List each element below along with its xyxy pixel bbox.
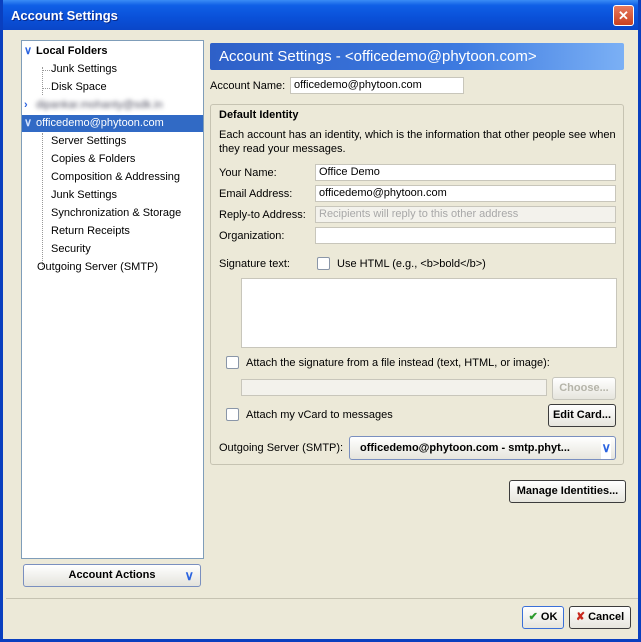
check-icon: ✔ xyxy=(528,611,538,623)
window-title: Account Settings xyxy=(11,8,118,23)
choose-button[interactable]: Choose... xyxy=(552,377,616,400)
tree-item-other-account[interactable]: › dipankar.mohanty@sdk.in xyxy=(24,97,202,114)
tree-item-junk-settings[interactable]: Junk Settings xyxy=(51,61,117,78)
organization-label: Organization: xyxy=(219,230,285,242)
smtp-select[interactable]: officedemo@phytoon.com - smtp.phyt... ∨ xyxy=(349,436,616,460)
edit-card-button[interactable]: Edit Card... xyxy=(548,404,616,427)
reply-to-label: Reply-to Address: xyxy=(219,209,306,221)
use-html-label: Use HTML (e.g., <b>bold</b>) xyxy=(337,258,486,270)
your-name-field[interactable]: Office Demo xyxy=(315,164,616,181)
tree-item-account[interactable]: ∨ officedemo@phytoon.com xyxy=(22,115,203,132)
x-icon: ✘ xyxy=(575,611,586,623)
divider xyxy=(6,598,638,599)
reply-to-field[interactable]: Recipients will reply to this other addr… xyxy=(315,206,616,223)
account-tree[interactable]: ∨ Local Folders Junk Settings Disk Space… xyxy=(21,40,204,559)
chevron-down-icon[interactable]: ∨ xyxy=(24,115,32,132)
tree-guide xyxy=(42,67,43,95)
attach-vcard-checkbox[interactable] xyxy=(226,408,239,421)
use-html-checkbox[interactable] xyxy=(317,257,330,270)
tree-item-composition[interactable]: Composition & Addressing xyxy=(51,169,180,186)
tree-item-sync-storage[interactable]: Synchronization & Storage xyxy=(51,205,181,222)
identity-description: Each account has an identity, which is t… xyxy=(219,129,616,155)
cancel-button[interactable]: ✘ Cancel xyxy=(569,606,631,629)
group-title: Default Identity xyxy=(219,109,299,121)
signature-textarea[interactable] xyxy=(241,278,617,348)
tree-guide xyxy=(42,88,50,89)
organization-field[interactable] xyxy=(315,227,616,244)
tree-item-security[interactable]: Security xyxy=(51,241,91,258)
tree-item-local-folders[interactable]: ∨ Local Folders xyxy=(24,43,202,60)
account-name-label: Account Name: xyxy=(210,80,286,92)
account-actions-button[interactable]: Account Actions ∨ xyxy=(23,564,201,587)
signature-label: Signature text: xyxy=(219,258,290,270)
email-label: Email Address: xyxy=(219,188,293,200)
attach-vcard-label: Attach my vCard to messages xyxy=(246,409,393,421)
email-field[interactable]: officedemo@phytoon.com xyxy=(315,185,616,202)
chevron-down-icon[interactable]: ∨ xyxy=(24,43,32,60)
account-settings-window: Account Settings ✕ ∨ Local Folders Junk … xyxy=(0,0,641,642)
tree-item-outgoing-server[interactable]: Outgoing Server (SMTP) xyxy=(37,259,158,276)
chevron-down-icon: ∨ xyxy=(601,437,611,459)
tree-item-server-settings[interactable]: Server Settings xyxy=(51,133,126,150)
account-name-field[interactable]: officedemo@phytoon.com xyxy=(290,77,464,94)
smtp-label: Outgoing Server (SMTP): xyxy=(219,442,344,454)
tree-item-return-receipts[interactable]: Return Receipts xyxy=(51,223,130,240)
tree-item-disk-space[interactable]: Disk Space xyxy=(51,79,107,96)
close-button[interactable]: ✕ xyxy=(613,5,634,26)
manage-identities-button[interactable]: Manage Identities... xyxy=(509,480,626,503)
tree-item-copies-folders[interactable]: Copies & Folders xyxy=(51,151,135,168)
attach-signature-label: Attach the signature from a file instead… xyxy=(246,357,550,369)
signature-file-field[interactable] xyxy=(241,379,547,396)
attach-signature-checkbox[interactable] xyxy=(226,356,239,369)
chevron-right-icon[interactable]: › xyxy=(24,97,28,114)
page-title: Account Settings - <officedemo@phytoon.c… xyxy=(210,43,624,70)
title-bar[interactable]: Account Settings ✕ xyxy=(3,0,638,30)
your-name-label: Your Name: xyxy=(219,167,277,179)
tree-item-junk-settings-2[interactable]: Junk Settings xyxy=(51,187,117,204)
tree-guide xyxy=(42,70,50,71)
ok-button[interactable]: ✔ OK xyxy=(522,606,564,629)
tree-guide xyxy=(42,133,43,269)
chevron-down-icon: ∨ xyxy=(184,568,194,583)
